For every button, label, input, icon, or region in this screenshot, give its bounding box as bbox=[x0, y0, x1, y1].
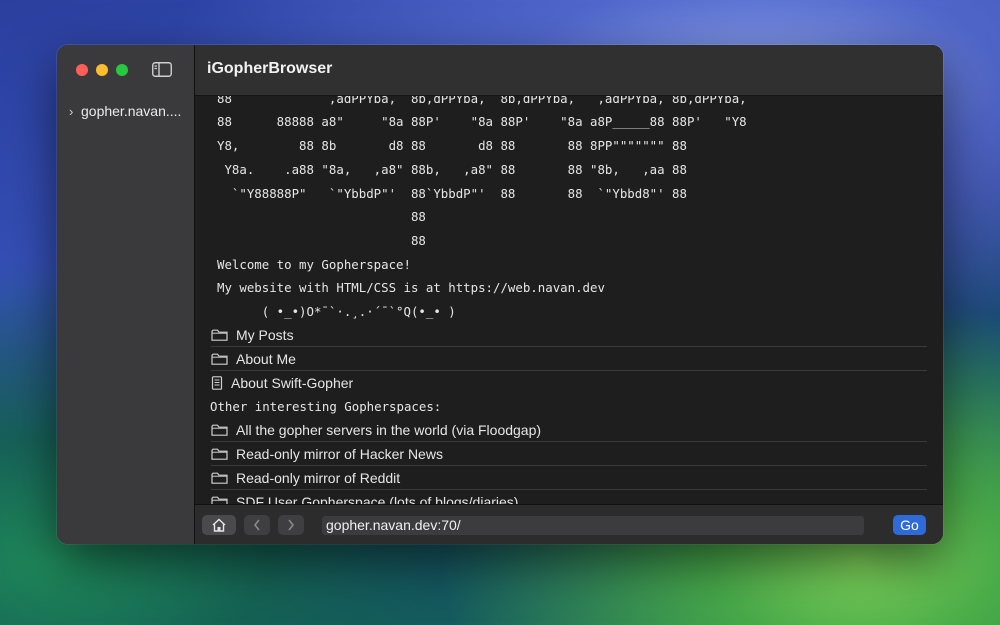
link-label: About Me bbox=[236, 350, 296, 367]
link-reddit[interactable]: Read-only mirror of Reddit bbox=[211, 466, 927, 490]
website-text: My website with HTML/CSS is at https://w… bbox=[217, 280, 605, 295]
document-icon bbox=[211, 375, 223, 390]
address-field[interactable]: gopher.navan.dev:70/ bbox=[322, 516, 864, 535]
sidebar-item-label: gopher.navan.... bbox=[81, 103, 182, 119]
window-title: iGopherBrowser bbox=[207, 60, 333, 77]
folder-icon bbox=[211, 353, 228, 365]
main-pane: iGopherBrowser 88 ,adPPYba, 8b,dPPYba, 8… bbox=[195, 45, 943, 544]
folder-icon bbox=[211, 496, 228, 504]
link-label: Read-only mirror of Reddit bbox=[236, 469, 401, 486]
ascii-art-line: 88 88888 a8" "8a 88P' "8a 88P' "8a a8P__… bbox=[217, 114, 747, 129]
sidebar: › gopher.navan.... bbox=[57, 45, 195, 544]
welcome-text: Welcome to my Gopherspace! bbox=[217, 257, 411, 272]
ascii-art-line: 88 ,adPPYba, 8b,dPPYba, 8b,dPPYba, ,adPP… bbox=[217, 96, 747, 106]
chevron-left-icon bbox=[253, 519, 260, 531]
chevron-right-icon bbox=[288, 519, 295, 531]
ascii-art-line: 88 bbox=[217, 233, 426, 248]
ascii-art-line: Y8, 88 8b d8 88 d8 88 88 8PP""""""" 88 bbox=[217, 138, 687, 153]
browser-window: › gopher.navan.... iGopherBrowser 88 ,ad… bbox=[57, 45, 943, 544]
folder-icon bbox=[211, 448, 228, 460]
kaomoji-text: ( •_•)O*¯`·.¸.·´¯`°Q(•_• ) bbox=[217, 304, 456, 319]
back-button[interactable] bbox=[244, 515, 270, 535]
link-label: About Swift-Gopher bbox=[231, 374, 354, 391]
folder-icon bbox=[211, 329, 228, 341]
section-heading: Other interesting Gopherspaces: bbox=[210, 399, 442, 414]
ascii-art-line: Y8a. .a88 "8a, ,a8" 88b, ,a8" 88 88 "8b,… bbox=[217, 162, 687, 177]
sidebar-item-gopher-navan[interactable]: › gopher.navan.... bbox=[69, 102, 189, 120]
navigation-toolbar: gopher.navan.dev:70/ Go bbox=[195, 504, 943, 544]
minimize-window-button[interactable] bbox=[96, 64, 108, 76]
link-floodgap[interactable]: All the gopher servers in the world (via… bbox=[211, 418, 927, 442]
link-label: Read-only mirror of Hacker News bbox=[236, 445, 443, 462]
link-label: My Posts bbox=[236, 326, 294, 343]
home-button[interactable] bbox=[202, 515, 236, 535]
folder-icon bbox=[211, 424, 228, 436]
link-label: All the gopher servers in the world (via… bbox=[236, 421, 542, 438]
link-about-swift-gopher[interactable]: About Swift-Gopher bbox=[211, 371, 927, 394]
link-sdf[interactable]: SDF User Gopherspace (lots of blogs/diar… bbox=[211, 490, 927, 504]
maximize-window-button[interactable] bbox=[116, 64, 128, 76]
ascii-art-line: 88 bbox=[217, 209, 426, 224]
sidebar-toggle-icon[interactable] bbox=[152, 62, 172, 77]
link-my-posts[interactable]: My Posts bbox=[211, 323, 927, 347]
close-window-button[interactable] bbox=[76, 64, 88, 76]
link-about-me[interactable]: About Me bbox=[211, 347, 927, 371]
title-bar: iGopherBrowser bbox=[195, 45, 943, 96]
home-icon bbox=[212, 518, 226, 532]
ascii-art-line: `"Y88888P" `"YbbdP"' 88`YbbdP"' 88 88 `"… bbox=[217, 186, 687, 201]
gopher-content[interactable]: 88 ,adPPYba, 8b,dPPYba, 8b,dPPYba, ,adPP… bbox=[195, 96, 943, 504]
chevron-right-icon[interactable]: › bbox=[69, 104, 79, 119]
folder-icon bbox=[211, 472, 228, 484]
link-hacker-news[interactable]: Read-only mirror of Hacker News bbox=[211, 442, 927, 466]
go-button[interactable]: Go bbox=[893, 515, 926, 535]
forward-button[interactable] bbox=[278, 515, 304, 535]
link-label: SDF User Gopherspace (lots of blogs/diar… bbox=[236, 493, 519, 505]
